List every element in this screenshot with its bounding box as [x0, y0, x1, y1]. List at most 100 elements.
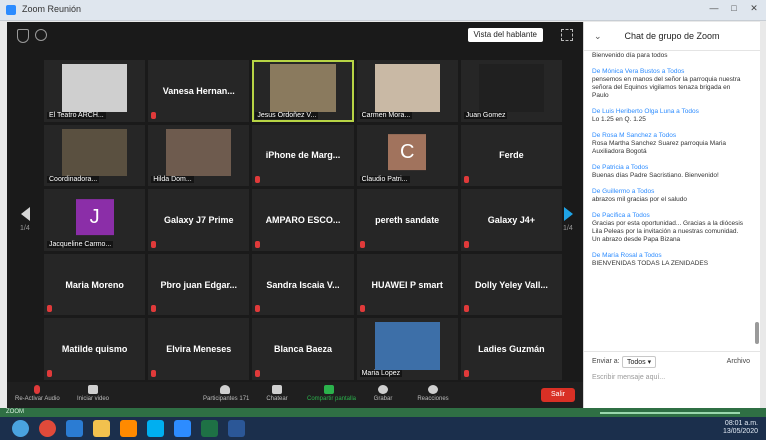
chat-message-sender[interactable]: De Mónica Vera Bustos a Todos — [592, 68, 746, 76]
participant-tile[interactable]: Elvira Meneses — [148, 318, 250, 380]
chat-message-sender[interactable]: De Guillermo a Todos — [592, 188, 746, 196]
unmute-button[interactable]: Re-Activar Audio — [15, 385, 60, 407]
microphone-muted-icon — [255, 305, 261, 313]
participant-tile[interactable]: Jesus Ordoñez V... — [252, 60, 354, 122]
participant-tile[interactable]: Hilda Dom... — [148, 124, 250, 187]
participant-tile[interactable]: J Jacqueline Carmo... — [44, 189, 146, 251]
chat-message: De Patricia a Todos Buenas días Padre Sac… — [592, 164, 746, 180]
participant-tile[interactable]: Sandra Iscaia V... — [252, 253, 354, 316]
chat-message-sender[interactable]: De Patricia a Todos — [592, 164, 746, 172]
participant-video — [374, 322, 440, 370]
participant-tile[interactable]: iPhone de Marg... — [252, 124, 354, 187]
word-icon[interactable] — [228, 420, 245, 437]
chat-message-input[interactable]: Escribir mensaje aquí... — [592, 374, 665, 381]
participant-video — [374, 64, 440, 112]
record-button[interactable]: Grabar — [361, 385, 405, 407]
chat-message: De María Rosal a Todos BIENVENIDAS TODAS … — [592, 252, 746, 268]
participant-tile[interactable]: Coordinadora... — [44, 124, 146, 187]
chat-scrollbar[interactable] — [755, 322, 759, 344]
reactions-label: Reacciones — [417, 396, 449, 402]
unmute-label: Re-Activar Audio — [15, 396, 60, 402]
participant-tile[interactable]: Ferde — [460, 124, 562, 187]
info-icon[interactable] — [35, 29, 47, 41]
participant-tile[interactable]: Ladies Guzmán — [460, 318, 562, 380]
maximize-button[interactable]: □ — [726, 3, 742, 15]
page-indicator-right: 1/4 — [563, 225, 573, 232]
view-toggle-button[interactable]: Vista del hablante — [467, 28, 543, 42]
reactions-button[interactable]: Reacciones — [411, 385, 455, 407]
microphone-muted-icon — [151, 111, 157, 119]
leave-button[interactable]: Salir — [541, 388, 575, 402]
participant-tile[interactable]: Galaxy J7 Prime — [148, 189, 250, 251]
participant-tile[interactable]: pereth sandate — [356, 189, 458, 251]
file-button[interactable]: Archivo — [727, 358, 750, 365]
chat-message-sender[interactable]: De Luis Heriberto Olga Luna a Todos — [592, 108, 746, 116]
chat-message-sender[interactable]: De Pacífica a Todos — [592, 212, 746, 220]
chat-message-text: Gracias por esta oportunidad... Gracias … — [592, 220, 744, 243]
media-icon[interactable] — [120, 420, 137, 437]
participant-name-label: Maria Lopez — [359, 369, 403, 377]
participant-tile[interactable]: Juan Gomez — [460, 60, 562, 122]
participant-tile[interactable]: C Claudio Patri... — [356, 124, 458, 187]
participant-grid: El Teatro ARCH... Vanesa Hernan... Jesus O… — [44, 60, 562, 380]
system-tray[interactable]: 08:01 a.m. 13/05/2020 — [723, 420, 758, 436]
participant-tile[interactable]: Pbro juan Edgar... — [148, 253, 250, 316]
participant-name-center: Matilde quismo — [61, 344, 128, 355]
explorer-icon[interactable] — [93, 420, 110, 437]
participant-tile[interactable]: Dolly Yeley Vall... — [460, 253, 562, 316]
microphone-muted-icon — [151, 305, 157, 313]
participant-tile[interactable]: Maria Lopez — [356, 318, 458, 380]
participant-tile[interactable]: El Teatro ARCH... — [44, 60, 146, 122]
participant-video — [62, 128, 128, 177]
participant-tile[interactable]: HUAWEI P smart — [356, 253, 458, 316]
participant-video — [166, 128, 232, 177]
meeting-area: Vista del hablante 1/4 El Teatro ARCH...… — [7, 22, 583, 408]
chat-message-text: Rosa Martha Sanchez Suarez parroquia Mar… — [592, 140, 727, 155]
send-to-dropdown[interactable]: Todos ▾ — [622, 356, 657, 368]
prev-page-arrow-icon[interactable] — [21, 207, 30, 221]
start-video-label: Iniciar video — [76, 396, 109, 402]
chat-button[interactable]: Chatear — [255, 385, 299, 407]
clock-time: 08:01 a.m. — [724, 420, 758, 427]
participants-button[interactable]: Participantes 171 — [203, 385, 249, 407]
chat-message-list[interactable]: Bienvenido día para todos De Mónica Vera … — [584, 52, 754, 348]
participant-tile[interactable]: AMPARO ESCO... — [252, 189, 354, 251]
participant-tile[interactable]: Vanesa Hernan... — [148, 60, 250, 122]
participant-name-center: HUAWEI P smart — [371, 279, 443, 290]
status-bar: ZOOM — [0, 408, 766, 417]
chat-message-text: Bienvenido día para todos — [592, 52, 668, 59]
chat-message-sender[interactable]: De Rosa M Sanchez a Todos — [592, 132, 746, 140]
chrome-icon[interactable] — [39, 420, 56, 437]
share-screen-icon — [324, 385, 334, 394]
participant-tile[interactable]: Carmen Mora... — [356, 60, 458, 122]
status-bar-slider[interactable] — [600, 412, 740, 414]
participant-tile[interactable]: Blanca Baeza — [252, 318, 354, 380]
minimize-button[interactable]: — — [706, 3, 722, 15]
skype-icon[interactable] — [147, 420, 164, 437]
fullscreen-icon[interactable] — [561, 29, 573, 41]
participant-tile[interactable]: Maria Moreno — [44, 253, 146, 316]
share-screen-button[interactable]: Compartir pantalla — [307, 385, 356, 407]
close-button[interactable]: ✕ — [746, 3, 762, 15]
windows-start-icon[interactable] — [12, 420, 29, 437]
participant-name-label: Juan Gomez — [463, 111, 508, 119]
next-page-arrow-icon[interactable] — [564, 207, 573, 221]
participant-tile[interactable]: Galaxy J4+ — [460, 189, 562, 251]
participant-tile[interactable]: Matilde quismo — [44, 318, 146, 380]
clock-date: 13/05/2020 — [722, 428, 758, 435]
edge-icon[interactable] — [66, 420, 83, 437]
zoom-icon[interactable] — [174, 420, 191, 437]
shield-icon[interactable] — [17, 29, 29, 43]
chat-message-sender[interactable]: De María Rosal a Todos — [592, 252, 746, 260]
excel-icon[interactable] — [201, 420, 218, 437]
chat-message-text: BIENVENIDAS TODAS LA ZENIDADES — [592, 260, 709, 267]
start-video-button[interactable]: Iniciar video — [71, 385, 115, 407]
window-titlebar: Zoom Reunión — □ ✕ — [0, 0, 766, 21]
participant-avatar: C — [388, 134, 427, 171]
chat-message: De Luis Heriberto Olga Luna a Todos Lo 1.… — [592, 108, 746, 124]
participant-name-center: Dolly Yeley Vall... — [474, 279, 548, 290]
chat-title: Chat de grupo de Zoom — [624, 31, 720, 41]
participant-name-center: Galaxy J7 Prime — [164, 214, 234, 225]
participant-name-label: Jesus Ordoñez V... — [255, 111, 319, 119]
chat-message: De Guillermo a Todos abrazos mil gracias … — [592, 188, 746, 204]
